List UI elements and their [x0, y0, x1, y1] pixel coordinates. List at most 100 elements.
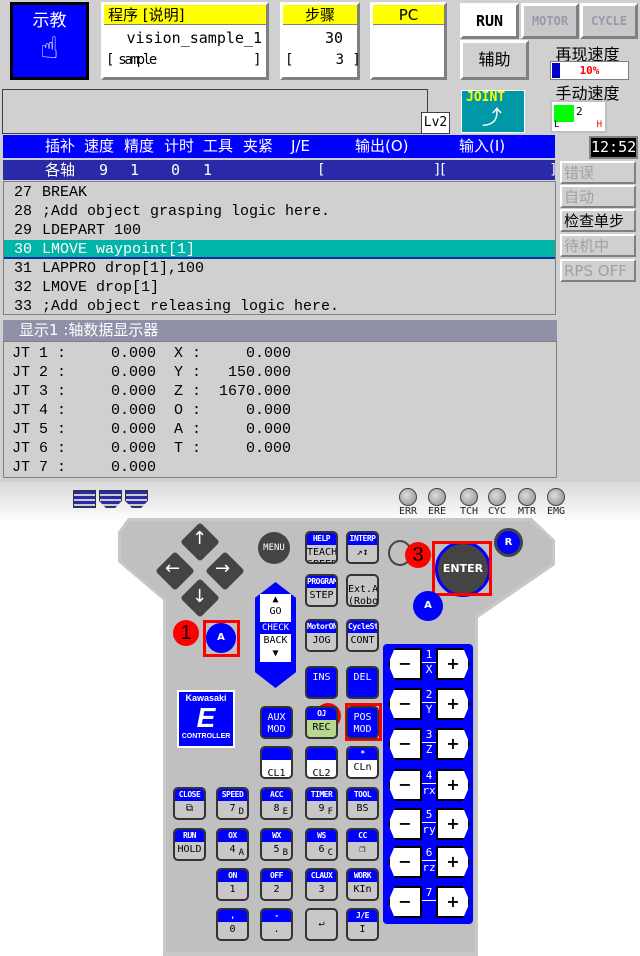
key-top-label: HELP: [307, 533, 336, 545]
6-ws-key[interactable]: WS 6 C: [305, 828, 338, 861]
axis-5-minus-button[interactable]: −: [388, 808, 422, 840]
key-main-label: HOLD: [177, 844, 202, 855]
9-timer-key[interactable]: TIMER 9 F: [305, 787, 338, 820]
hold-run-key[interactable]: RUN HOLD: [173, 828, 206, 861]
side-status-3: 待机中: [560, 234, 636, 257]
display-layout-icon-1[interactable]: [73, 490, 96, 508]
menu-button[interactable]: MENU: [258, 532, 290, 564]
aux-button[interactable]: 辅助: [460, 40, 529, 80]
teach-speed-help-key[interactable]: HELP TEACH SPEED: [305, 531, 338, 564]
axis-data-row: JT 1 : 0.000 X : 0.000: [12, 345, 292, 362]
step-program-key[interactable]: PROGRAM STEP: [305, 574, 338, 607]
cont-cyclestart-key[interactable]: CycleStart CONT: [346, 619, 379, 652]
ext-axis-robot-key[interactable]: Ext.Axis (Robot): [346, 574, 379, 607]
axis-4-plus-button[interactable]: +: [436, 769, 470, 801]
axis-jog-row-2: −2 Y +: [388, 688, 472, 720]
axis-value-4: 1: [203, 161, 213, 179]
axis-4-minus-button[interactable]: −: [388, 769, 422, 801]
pos-mod-key[interactable]: POS MOD: [346, 706, 379, 739]
repeat-speed-bar[interactable]: 10%: [550, 61, 629, 80]
axis-label: 3Z: [422, 728, 436, 757]
cycle-button[interactable]: CYCLE: [580, 3, 638, 39]
go-button[interactable]: ▲ GO: [260, 594, 291, 622]
step-box[interactable]: 步骤 30 [ 3 ]: [280, 2, 361, 80]
ins-key[interactable]: INS: [305, 666, 338, 699]
axis-7-plus-button[interactable]: +: [436, 886, 470, 918]
light-label: MTR: [517, 506, 537, 517]
dpad: ↑ ← → ↓: [150, 520, 250, 620]
axis-2-minus-button[interactable]: −: [388, 688, 422, 720]
axis-2-plus-button[interactable]: +: [436, 688, 470, 720]
program-line[interactable]: 27 BREAK: [4, 183, 555, 202]
axis-3-plus-button[interactable]: +: [436, 728, 470, 760]
header-speed: 速度: [84, 137, 115, 155]
program-box[interactable]: 程序 [说明] vision_sample_1 [ sample ]: [101, 2, 269, 80]
jog-motoron-key[interactable]: MotorON JOG: [305, 619, 338, 652]
cl1-key[interactable]: CL1: [260, 746, 293, 779]
axis-1-plus-button[interactable]: +: [436, 648, 470, 680]
axis-3-minus-button[interactable]: −: [388, 728, 422, 760]
interp-key[interactable]: INTERP ↗↕: [346, 531, 379, 564]
close-key[interactable]: CLOSE ⧉: [173, 787, 206, 820]
axis-1-minus-button[interactable]: −: [388, 648, 422, 680]
line-text: BREAK: [42, 184, 88, 201]
axis-data-row: JT 3 : 0.000 Z : 1670.000: [12, 383, 292, 400]
3-claux-key[interactable]: CLAUX 3: [305, 868, 338, 901]
a-button-right[interactable]: A: [413, 591, 443, 621]
program-line[interactable]: 31 LAPPRO drop[1],100: [4, 259, 555, 278]
7-speed-key[interactable]: SPEED 7 D: [216, 787, 249, 820]
pc-box[interactable]: PC: [370, 2, 447, 80]
err-lamp-icon: [399, 488, 417, 506]
manual-speed-bar[interactable]: 2 L H: [550, 100, 607, 133]
del-key[interactable]: DEL: [346, 666, 379, 699]
2-off-key[interactable]: OFF 2: [260, 868, 293, 901]
motor-button[interactable]: MOTOR: [521, 3, 579, 39]
key-key[interactable]: ↵: [305, 908, 338, 941]
key-top-label: ACC: [262, 789, 291, 801]
axis-number: 3: [425, 728, 433, 741]
bs-tool-key[interactable]: TOOL BS: [346, 787, 379, 820]
axis-6-plus-button[interactable]: +: [436, 846, 470, 878]
axis-5-plus-button[interactable]: +: [436, 808, 470, 840]
go-check-back-key[interactable]: ▲ GO CHECK BACK ▼: [255, 582, 296, 688]
interp-mode-button[interactable]: JOINT ⤴: [461, 90, 525, 133]
program-line[interactable]: 33 ;Add object releasing logic here.: [4, 297, 555, 316]
light-cyc: CYC: [485, 488, 509, 517]
5-wx-key[interactable]: WX 5 B: [260, 828, 293, 861]
key-key[interactable]: -.: [260, 908, 293, 941]
0-key[interactable]: ,0: [216, 908, 249, 941]
axis-number: 1: [425, 648, 433, 661]
axis-6-minus-button[interactable]: −: [388, 846, 422, 878]
line-number: 27: [13, 184, 32, 201]
i-j-e-key[interactable]: J/E I: [346, 908, 379, 941]
cl2-key[interactable]: CL2: [305, 746, 338, 779]
rec-oj-key[interactable]: OJ REC: [305, 706, 338, 739]
4-ox-key[interactable]: OX 4 A: [216, 828, 249, 861]
key-top-label: *: [348, 748, 377, 760]
program-line[interactable]: 28 ;Add object grasping logic here.: [4, 202, 555, 221]
program-line[interactable]: 32 LMOVE drop[1]: [4, 278, 555, 297]
back-button[interactable]: BACK ▼: [260, 634, 291, 662]
8-acc-key[interactable]: ACC 8 E: [260, 787, 293, 820]
kin-work-key[interactable]: WORK KIn: [346, 868, 379, 901]
program-listing[interactable]: 27 BREAK 28 ;Add object grasping logic here…: [3, 181, 556, 315]
1-on-key[interactable]: ON 1: [216, 868, 249, 901]
key-top-label: ON: [218, 870, 247, 882]
axis-data-row: JT 7 : 0.000: [12, 459, 157, 476]
cln-key[interactable]: * CLn: [346, 746, 379, 779]
axis-value-1: 9: [99, 161, 109, 179]
key-top-label: CLAUX: [307, 870, 336, 882]
run-button[interactable]: RUN: [460, 3, 519, 39]
key-sub-label: B: [282, 848, 288, 858]
program-line[interactable]: 29 LDEPART 100: [4, 221, 555, 240]
aux-mod-key[interactable]: AUX MOD: [260, 706, 293, 739]
axis-name: rz: [422, 860, 436, 874]
program-line[interactable]: 30 LMOVE waypoint[1]: [4, 240, 555, 259]
teach-mode-indicator[interactable]: 示教 ☝: [10, 2, 89, 80]
cc-key[interactable]: CC ❐: [346, 828, 379, 861]
key-main-label: CL2: [312, 768, 331, 779]
key-main-label: ❐: [359, 844, 366, 855]
r-button[interactable]: R: [494, 528, 523, 557]
axis-label: 4 rx: [422, 769, 436, 798]
axis-7-minus-button[interactable]: −: [388, 886, 422, 918]
